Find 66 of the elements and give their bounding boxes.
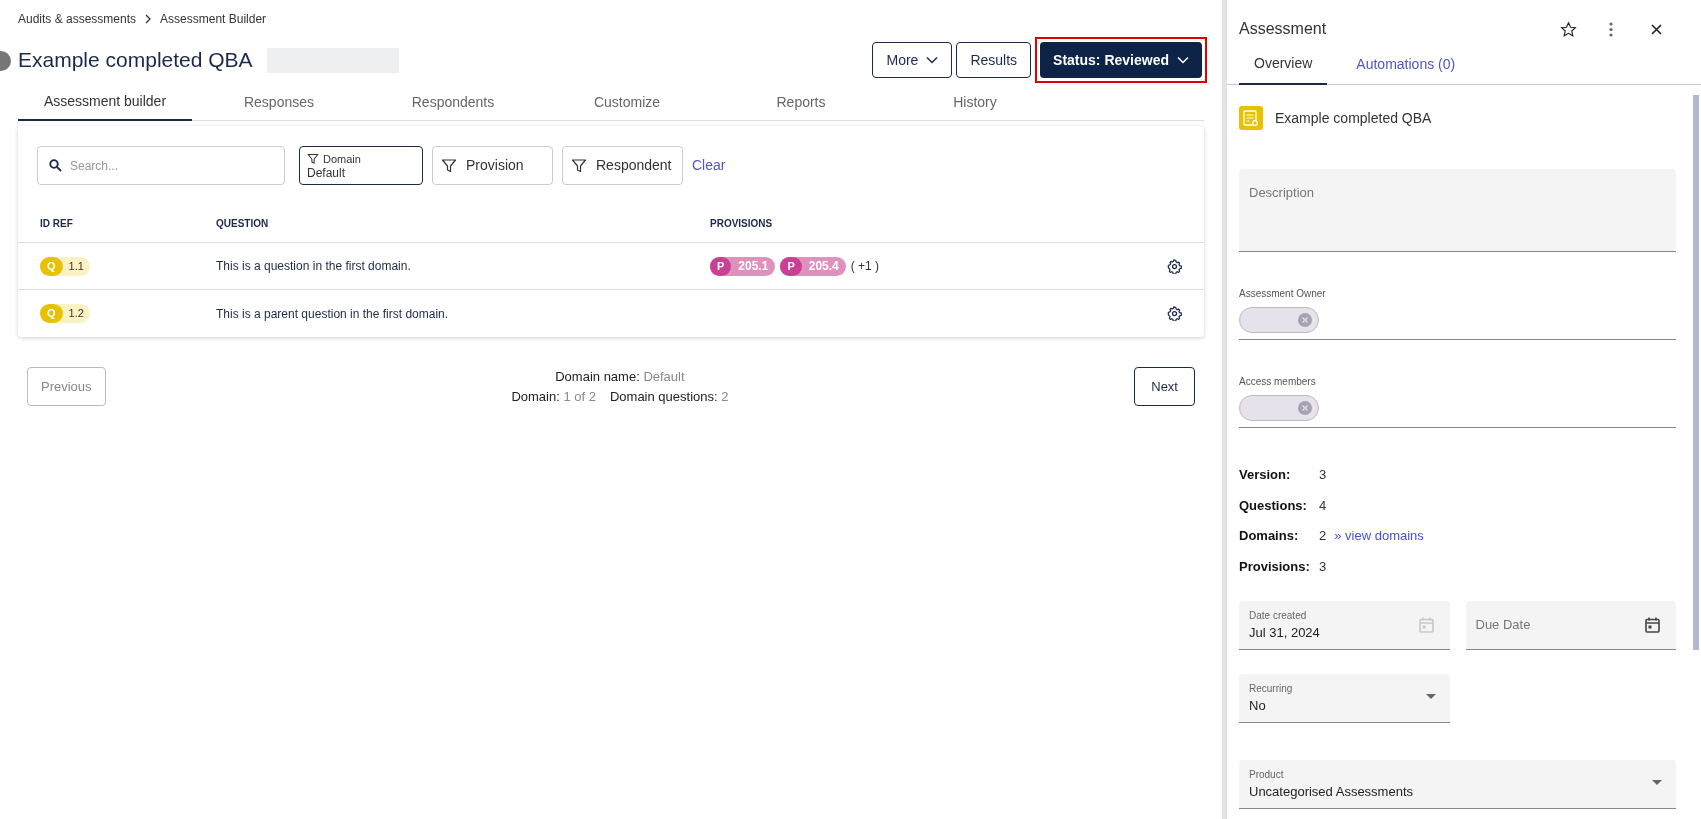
product-dropdown[interactable]: Product Uncategorised Assessments — [1239, 760, 1676, 809]
clear-link[interactable]: Clear — [692, 155, 726, 176]
stat-value: 2 — [1319, 527, 1327, 545]
results-button[interactable]: Results — [956, 42, 1032, 78]
breadcrumb-link[interactable]: Audits & assessments — [18, 10, 137, 28]
due-date-field[interactable]: Due Date — [1465, 601, 1676, 650]
filter-icon — [441, 157, 457, 174]
panel-tab[interactable]: Overview — [1239, 44, 1328, 85]
more-options-icon[interactable] — [1609, 21, 1613, 37]
stat-value: 4 — [1319, 496, 1327, 515]
tab[interactable]: Customize — [540, 84, 714, 121]
stat-label: Domains: — [1239, 527, 1300, 545]
settings-icon[interactable] — [1167, 258, 1182, 274]
assessment-name: Example completed QBA — [1275, 108, 1432, 128]
stat-value: 3 — [1319, 557, 1327, 576]
chevron-down-icon — [926, 56, 939, 64]
filter-button[interactable]: Provision — [432, 146, 553, 185]
id-badge: Q 1.1 — [40, 256, 90, 276]
tab[interactable]: History — [888, 84, 1062, 121]
page-title: Example completed QBA — [18, 47, 253, 74]
filter-icon — [307, 153, 319, 165]
filter-icon — [571, 157, 587, 174]
scrollbar[interactable] — [1693, 95, 1699, 650]
dropdown-arrow-icon — [1425, 694, 1436, 699]
column-header: PROVISIONS — [710, 218, 773, 229]
chevron-down-icon — [1177, 56, 1189, 64]
question-text: This is a question in the first domain. — [216, 259, 411, 273]
column-header: QUESTION — [216, 218, 269, 229]
filter-button[interactable]: Domain Default — [299, 146, 423, 185]
date-created-field[interactable]: Date created Jul 31, 2024 — [1239, 601, 1450, 650]
tab[interactable]: Responses — [192, 84, 366, 121]
close-icon[interactable] — [1651, 23, 1662, 35]
next-button[interactable]: Next — [1134, 367, 1195, 406]
status-dropdown-button[interactable]: Status: Reviewed — [1040, 42, 1202, 78]
tab[interactable]: Respondents — [366, 84, 540, 121]
column-header: ID REF — [40, 218, 73, 229]
search-field[interactable]: Search... — [37, 146, 285, 185]
search-icon — [49, 159, 62, 172]
view-domains-link[interactable]: » view domains — [1334, 526, 1424, 546]
more-provisions-count[interactable]: ( +1 ) — [850, 257, 880, 275]
more-button[interactable]: More — [872, 42, 953, 78]
provision-tag[interactable]: P 205.1 — [710, 256, 776, 276]
settings-icon[interactable] — [1167, 306, 1182, 321]
tab[interactable]: Reports — [714, 84, 888, 121]
stat-label: Questions: — [1239, 496, 1308, 515]
description-field[interactable]: Description — [1239, 169, 1676, 252]
panel-tab[interactable]: Automations (0) — [1341, 44, 1471, 85]
stat-label: Version: — [1239, 466, 1292, 484]
breadcrumb-current: Assessment Builder — [160, 11, 267, 28]
id-badge: Q 1.2 — [40, 304, 90, 323]
tab[interactable]: Assessment builder — [18, 84, 192, 121]
domain-questions-text: Domain questions: 2 — [609, 387, 729, 406]
domain-name-text: Domain name: Default — [555, 368, 685, 386]
domain-count-text: Domain: 1 of 2 — [511, 387, 596, 406]
stat-value: 3 — [1319, 466, 1327, 484]
chevron-right-icon — [144, 14, 153, 24]
calendar-icon[interactable] — [1645, 617, 1660, 633]
provision-tag[interactable]: P 205.4 — [780, 256, 846, 276]
question-text: This is a parent question in the first domain. — [216, 306, 449, 321]
dropdown-arrow-icon — [1652, 780, 1662, 785]
assessment-document-icon — [1239, 106, 1263, 130]
panel-title: Assessment — [1239, 19, 1327, 39]
star-icon[interactable] — [1560, 20, 1577, 38]
stat-label: Provisions: — [1239, 557, 1311, 576]
filter-button[interactable]: Respondent — [562, 146, 683, 185]
recurring-dropdown[interactable]: Recurring No — [1239, 674, 1450, 723]
